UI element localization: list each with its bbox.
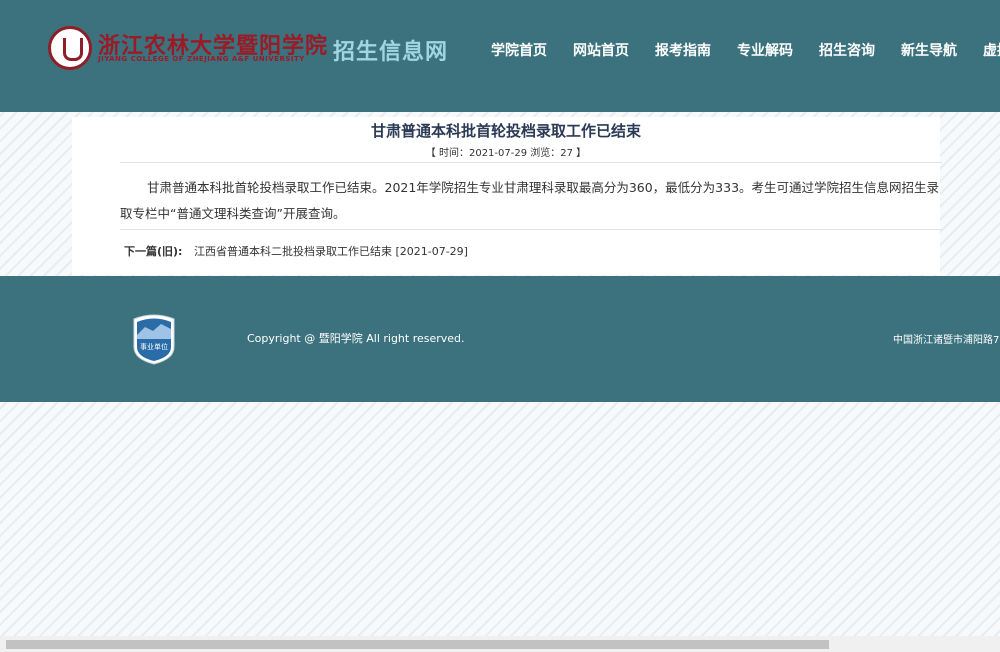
nav-enrollment-consult[interactable]: 招生咨询 xyxy=(819,40,875,60)
nav-majors[interactable]: 专业解码 xyxy=(737,40,793,60)
badge-text: 事业单位 xyxy=(140,342,168,351)
college-emblem-icon xyxy=(48,26,92,70)
scrollbar-thumb[interactable] xyxy=(6,640,829,649)
horizontal-scrollbar[interactable] xyxy=(0,636,1000,652)
public-institution-badge[interactable]: 事业单位 xyxy=(131,313,177,365)
site-title: 招生信息网 xyxy=(333,40,449,65)
logo-name-en: JIYANG COLLEGE OF ZHEJIANG A&F UNIVERSIT… xyxy=(98,55,305,63)
next-article-label: 下一篇(旧): xyxy=(124,245,183,258)
address-text: 中国浙江诸暨市浦阳路7 xyxy=(893,335,1000,346)
nav-virtual[interactable]: 虚拟 xyxy=(983,40,1000,60)
article-body: 甘肃普通本科批首轮投档录取工作已结束。2021年学院招生专业甘肃理科录取最高分为… xyxy=(120,180,940,221)
site-footer: 事业单位 Copyright @ 暨阳学院 All right reserved… xyxy=(0,276,1000,402)
next-article-link[interactable]: 江西省普通本科二批投档录取工作已结束 [2021-07-29] xyxy=(194,245,468,258)
divider xyxy=(120,162,942,163)
nav-application-guide[interactable]: 报考指南 xyxy=(655,40,711,60)
college-logo[interactable]: 浙江农林大学暨阳学院 JIYANG COLLEGE OF ZHEJIANG A&… xyxy=(48,24,327,72)
site-header: 浙江农林大学暨阳学院 JIYANG COLLEGE OF ZHEJIANG A&… xyxy=(0,0,1000,112)
copyright-text: Copyright @ 暨阳学院 All right reserved. xyxy=(247,332,465,345)
article-card: 甘肃普通本科批首轮投档录取工作已结束 【 时间：2021-07-29 浏览：27… xyxy=(72,117,942,275)
shield-icon: 事业单位 xyxy=(133,314,175,365)
nav-freshman-guide[interactable]: 新生导航 xyxy=(901,40,957,60)
article-title: 甘肃普通本科批首轮投档录取工作已结束 xyxy=(370,122,641,140)
divider xyxy=(120,229,942,230)
main-nav: 学院首页 网站首页 报考指南 专业解码 招生咨询 新生导航 虚拟 xyxy=(491,40,1000,60)
nav-college-home[interactable]: 学院首页 xyxy=(491,40,547,60)
nav-site-home[interactable]: 网站首页 xyxy=(573,40,629,60)
article-meta: 【 时间：2021-07-29 浏览：27 】 xyxy=(425,148,587,159)
next-article: 下一篇(旧): 江西省普通本科二批投档录取工作已结束 [2021-07-29] xyxy=(124,243,468,259)
